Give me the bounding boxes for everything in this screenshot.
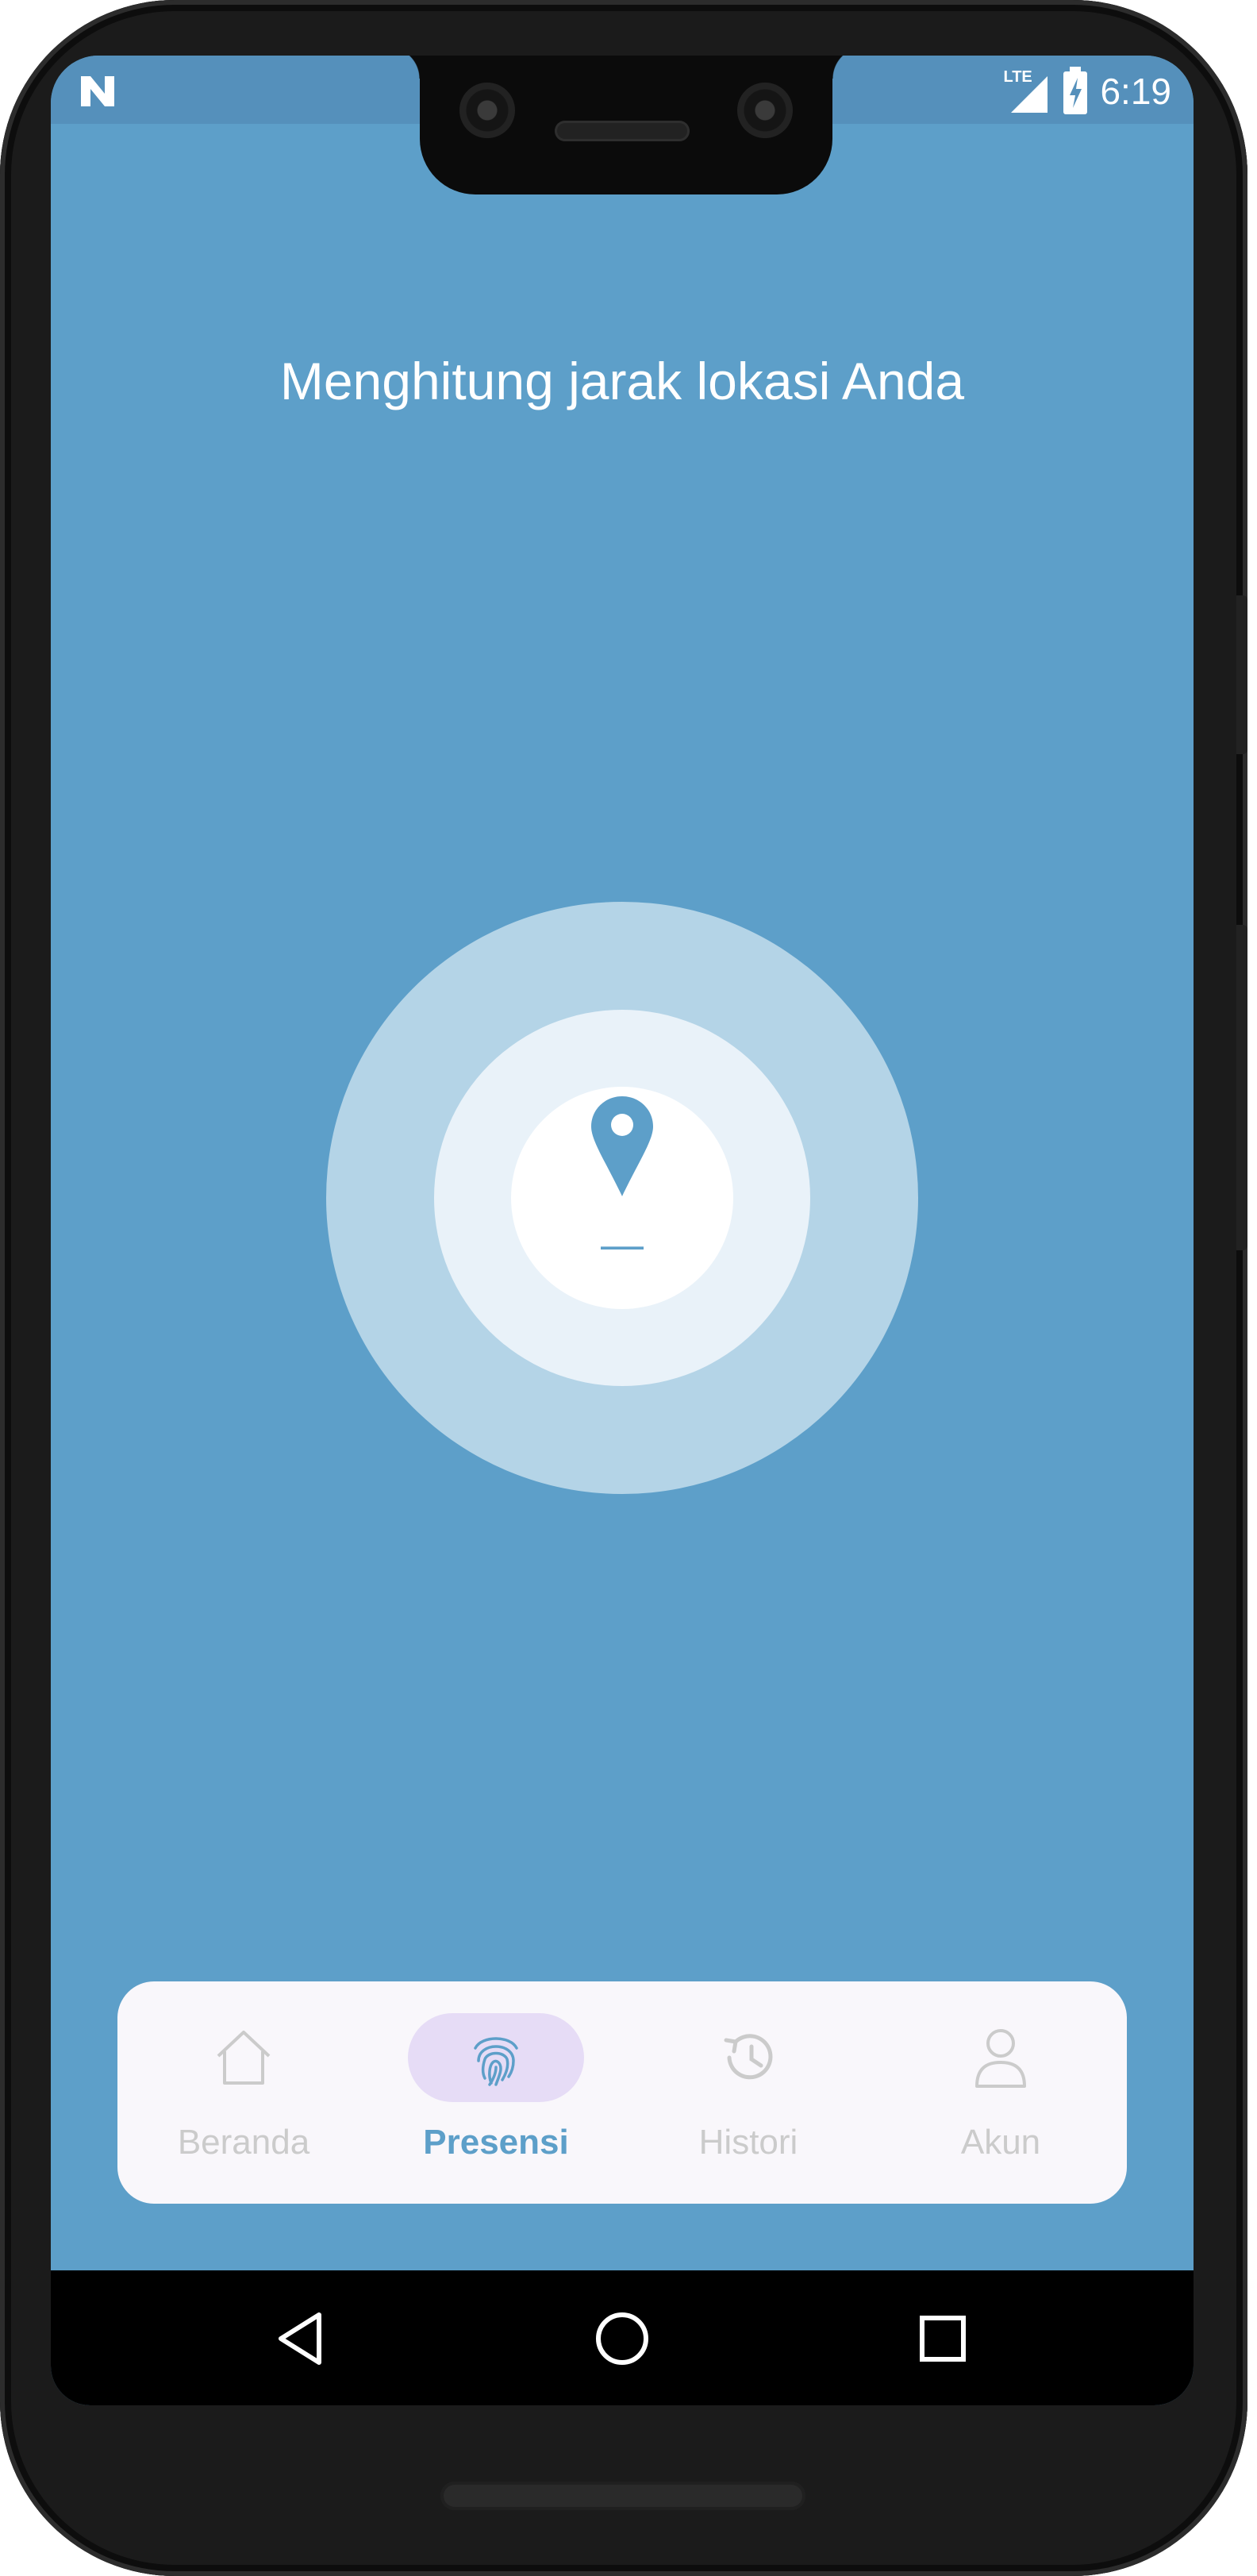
nav-item-presensi[interactable]: Presensi bbox=[370, 1981, 622, 2204]
earpiece-speaker bbox=[555, 121, 690, 141]
bottom-navigation: Beranda Presensi Histori Akun bbox=[117, 1981, 1127, 2204]
page-title: Menghitung jarak lokasi Anda bbox=[279, 352, 965, 410]
nav-item-akun[interactable]: Akun bbox=[875, 1981, 1127, 2204]
front-camera bbox=[459, 83, 515, 138]
battery-charging-icon bbox=[1063, 67, 1088, 114]
nav-item-histori[interactable]: Histori bbox=[622, 1981, 875, 2204]
nav-label: Beranda bbox=[177, 2123, 310, 2162]
front-sensor bbox=[737, 83, 793, 138]
recents-icon bbox=[920, 2316, 966, 2362]
status-time: 6:19 bbox=[1100, 71, 1171, 112]
home-circle-icon bbox=[596, 2312, 648, 2365]
nav-icon-wrap bbox=[156, 2013, 332, 2102]
back-button[interactable] bbox=[262, 2299, 341, 2378]
location-radar: — bbox=[326, 902, 918, 1494]
fingerprint-icon bbox=[474, 2037, 518, 2086]
volume-button bbox=[1236, 595, 1247, 754]
nav-label: Akun bbox=[960, 2123, 1041, 2162]
nav-item-beranda[interactable]: Beranda bbox=[117, 1981, 370, 2204]
history-icon bbox=[724, 2034, 773, 2080]
recents-button[interactable] bbox=[903, 2299, 982, 2378]
status-icons: LTE 6:19 bbox=[1003, 64, 1171, 119]
signal-icon: LTE bbox=[1003, 67, 1051, 116]
nav-icon-wrap bbox=[408, 2013, 584, 2102]
home-button[interactable] bbox=[582, 2299, 662, 2378]
nav-label: Presensi bbox=[423, 2123, 569, 2162]
home-icon bbox=[217, 2031, 271, 2085]
camera-notch bbox=[388, 56, 864, 194]
nav-icon-wrap bbox=[913, 2013, 1089, 2102]
user-icon bbox=[975, 2029, 1026, 2088]
power-button bbox=[1236, 925, 1247, 1250]
back-icon bbox=[279, 2312, 321, 2365]
n-logo-icon bbox=[81, 76, 114, 106]
nav-label: Histori bbox=[698, 2123, 798, 2162]
nav-icon-wrap bbox=[660, 2013, 836, 2102]
system-navigation-bar bbox=[51, 2270, 1194, 2405]
phone-frame: LTE 6:19 Menghitung jarak lokasi Anda — … bbox=[0, 0, 1247, 2576]
distance-value: — bbox=[601, 1221, 644, 1269]
screen: LTE 6:19 Menghitung jarak lokasi Anda — … bbox=[51, 56, 1194, 2405]
location-pin-icon bbox=[591, 1096, 653, 1196]
bottom-speaker-grille bbox=[440, 2482, 805, 2510]
